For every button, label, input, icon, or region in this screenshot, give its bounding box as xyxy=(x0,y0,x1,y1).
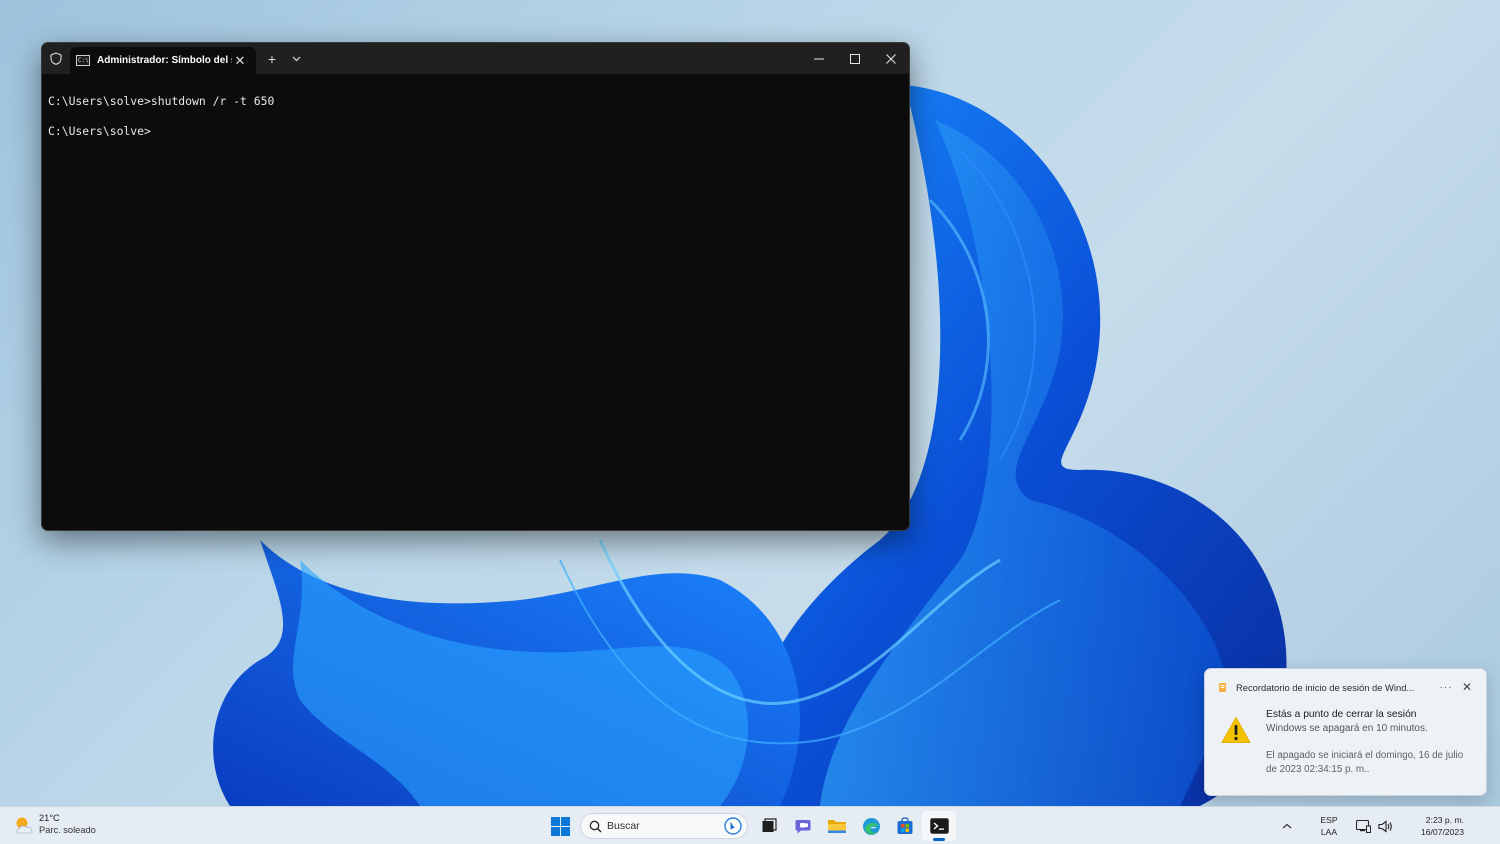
input-language-indicator[interactable]: ESP LAA xyxy=(1314,814,1344,838)
close-notification-button[interactable]: ✕ xyxy=(1458,680,1476,694)
notification-detail: El apagado se iniciará el domingo, 16 de… xyxy=(1266,750,1464,775)
weather-temperature: 21°C xyxy=(39,813,60,823)
store-icon xyxy=(897,817,913,834)
taskbar-clock[interactable]: 2:23 p. m. 16/07/2023 xyxy=(1406,814,1464,838)
partly-sunny-icon xyxy=(16,817,33,833)
network-icon[interactable] xyxy=(1354,817,1372,835)
windows-logo-icon xyxy=(550,816,570,836)
system-tray: ESP LAA 2:23 p. m. 16/07/2023 xyxy=(1276,807,1500,844)
terminal-line: C:\Users\solve>shutdown /r -t 650 xyxy=(48,94,275,108)
maximize-icon xyxy=(850,53,860,64)
clock-date: 16/07/2023 xyxy=(1420,827,1464,837)
taskbar: 21°C Parc. soleado Buscar ESP LAA 2:23 p… xyxy=(0,806,1500,844)
minimize-button[interactable] xyxy=(801,43,837,74)
bing-icon[interactable] xyxy=(724,817,742,835)
terminal-window[interactable]: C:\ Administrador: Símbolo del si ✕ + C:… xyxy=(41,42,910,531)
tab-dropdown-chevron-icon[interactable] xyxy=(284,47,308,71)
search-icon xyxy=(589,820,602,832)
terminal-icon xyxy=(929,818,949,834)
new-tab-button[interactable]: + xyxy=(260,47,284,71)
teams-chat-button[interactable] xyxy=(786,811,820,841)
edge-icon xyxy=(862,817,880,835)
volume-icon[interactable] xyxy=(1376,817,1394,835)
admin-shield-icon xyxy=(42,43,70,74)
language-code: ESP xyxy=(1320,815,1338,825)
keyboard-layout: LAA xyxy=(1320,827,1338,837)
shutdown-notification[interactable]: Recordatorio de inicio de sesión de Wind… xyxy=(1204,668,1487,796)
clock-time: 2:23 p. m. xyxy=(1425,815,1464,825)
store-button[interactable] xyxy=(888,811,922,841)
maximize-button[interactable] xyxy=(837,43,873,74)
notification-subtitle: Windows se apagará en 10 minutos. xyxy=(1266,723,1428,734)
terminal-prompt[interactable]: C:\Users\solve> xyxy=(48,124,909,139)
show-hidden-icons-chevron-icon[interactable] xyxy=(1276,820,1298,832)
tab-command-prompt[interactable]: C:\ Administrador: Símbolo del si ✕ xyxy=(70,47,256,74)
task-view-button[interactable] xyxy=(752,811,786,841)
cmd-icon: C:\ xyxy=(76,55,90,66)
weather-widget[interactable]: 21°C Parc. soleado xyxy=(13,813,96,836)
teams-chat-icon xyxy=(795,820,811,834)
start-button[interactable] xyxy=(546,812,574,840)
tab-title: Administrador: Símbolo del si xyxy=(97,55,232,66)
close-icon xyxy=(886,53,896,64)
weather-description: Parc. soleado xyxy=(39,825,96,835)
close-window-button[interactable] xyxy=(873,43,909,74)
more-options-button[interactable]: ··· xyxy=(1434,682,1458,693)
edge-button[interactable] xyxy=(854,811,888,841)
minimize-icon xyxy=(814,58,824,59)
taskbar-search-box[interactable]: Buscar xyxy=(580,813,748,839)
task-view-icon xyxy=(762,818,777,832)
app-icon xyxy=(1219,682,1226,692)
notification-title: Estás a punto de cerrar la sesión xyxy=(1266,709,1417,720)
file-explorer-button[interactable] xyxy=(820,811,854,841)
terminal-output[interactable]: C:\Users\solve>shutdown /r -t 650 C:\Use… xyxy=(42,74,909,139)
notification-app-name: Recordatorio de inicio de sesión de Wind… xyxy=(1236,681,1415,693)
terminal-button[interactable] xyxy=(922,811,956,841)
file-explorer-icon xyxy=(828,819,846,833)
close-tab-icon[interactable]: ✕ xyxy=(232,53,248,69)
search-placeholder: Buscar xyxy=(607,820,640,832)
terminal-titlebar[interactable]: C:\ Administrador: Símbolo del si ✕ + xyxy=(42,43,909,74)
warning-icon xyxy=(1221,717,1251,743)
